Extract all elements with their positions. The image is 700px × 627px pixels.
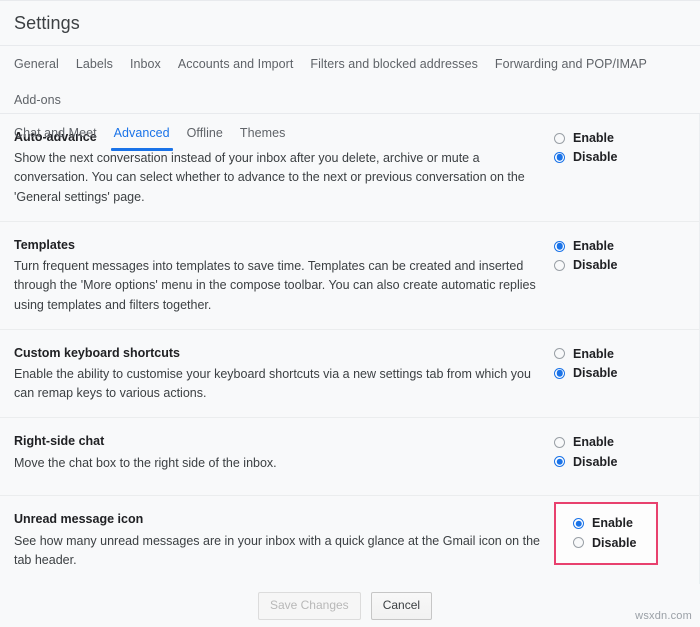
- tab-general[interactable]: General: [14, 46, 59, 82]
- setting-description: Move the chat box to the right side of t…: [14, 454, 546, 473]
- watermark: wsxdn.com: [635, 610, 692, 622]
- setting-name: Templates: [14, 236, 546, 254]
- setting-row: Unread message icon See how many unread m…: [0, 496, 699, 584]
- radio-enable-icon[interactable]: [554, 348, 565, 359]
- setting-description: Turn frequent messages into templates to…: [14, 257, 546, 315]
- setting-name: Right-side chat: [14, 432, 546, 450]
- radio-option-disable[interactable]: Disable: [554, 257, 662, 273]
- radio-disable-icon[interactable]: [554, 260, 565, 271]
- radio-option-label: Disable: [573, 365, 617, 381]
- radio-disable-icon[interactable]: [573, 537, 584, 548]
- setting-text: Unread message icon See how many unread m…: [14, 510, 554, 570]
- radio-option-label: Enable: [573, 346, 614, 362]
- tab-labels[interactable]: Labels: [76, 46, 113, 82]
- radio-disable-icon[interactable]: [554, 152, 565, 163]
- setting-description: Show the next conversation instead of yo…: [14, 149, 546, 207]
- tab-add-ons[interactable]: Add-ons: [14, 82, 61, 118]
- tab-list: General Labels Inbox Accounts and Import Fil…: [14, 46, 686, 113]
- cancel-button[interactable]: Cancel: [371, 592, 432, 620]
- setting-options: Enable Disable: [554, 236, 662, 274]
- radio-option-disable[interactable]: Disable: [554, 365, 662, 381]
- setting-text: Right-side chat Move the chat box to the …: [14, 432, 554, 472]
- tab-filters-and-blocked-addresses[interactable]: Filters and blocked addresses: [310, 46, 478, 82]
- radio-option-label: Enable: [592, 515, 633, 531]
- setting-name: Custom keyboard shortcuts: [14, 344, 546, 362]
- radio-option-enable[interactable]: Enable: [573, 515, 656, 531]
- radio-option-label: Enable: [573, 434, 614, 450]
- settings-header: Settings: [0, 0, 700, 46]
- setting-options-highlighted: Enable Disable: [554, 502, 658, 565]
- radio-option-label: Disable: [573, 454, 617, 470]
- radio-option-enable[interactable]: Enable: [554, 346, 662, 362]
- setting-row: Custom keyboard shortcuts Enable the abil…: [0, 330, 699, 419]
- tab-forwarding-and-pop-imap[interactable]: Forwarding and POP/IMAP: [495, 46, 647, 82]
- tab-themes[interactable]: Themes: [240, 117, 285, 151]
- setting-description: See how many unread messages are in your…: [14, 532, 546, 571]
- radio-option-label: Enable: [573, 130, 614, 146]
- setting-options: Enable Disable: [554, 344, 662, 382]
- radio-disable-icon[interactable]: [554, 368, 565, 379]
- tab-advanced[interactable]: Advanced: [114, 117, 170, 151]
- setting-name: Unread message icon: [14, 510, 546, 528]
- radio-option-enable[interactable]: Enable: [554, 434, 662, 450]
- radio-option-label: Disable: [573, 149, 617, 165]
- save-changes-button[interactable]: Save Changes: [258, 592, 361, 620]
- radio-option-label: Disable: [573, 257, 617, 273]
- setting-row: Templates Turn frequent messages into tem…: [0, 222, 699, 330]
- setting-options: Enable Disable: [554, 432, 662, 470]
- setting-row: Auto-advanceShow the next conversation i…: [0, 114, 699, 222]
- page-title: Settings: [14, 13, 80, 34]
- setting-row: Right-side chat Move the chat box to the …: [0, 418, 699, 496]
- setting-description: Enable the ability to customise your key…: [14, 365, 546, 404]
- radio-option-disable[interactable]: Disable: [554, 149, 662, 165]
- radio-enable-icon[interactable]: [554, 241, 565, 252]
- tab-offline[interactable]: Offline: [187, 117, 223, 151]
- settings-list: Auto-advanceShow the next conversation i…: [0, 114, 700, 584]
- tab-chat-and-meet[interactable]: Chat and Meet: [14, 117, 97, 151]
- radio-enable-icon[interactable]: [573, 518, 584, 529]
- setting-text: Templates Turn frequent messages into tem…: [14, 236, 554, 315]
- tab-inbox[interactable]: Inbox: [130, 46, 161, 82]
- radio-option-disable[interactable]: Disable: [573, 535, 656, 551]
- radio-option-label: Disable: [592, 535, 636, 551]
- radio-enable-icon[interactable]: [554, 437, 565, 448]
- settings-tabbar: General Labels Inbox Accounts and Import Fil…: [0, 46, 700, 114]
- setting-options: Enable Disable: [554, 128, 662, 166]
- tab-accounts-and-import[interactable]: Accounts and Import: [178, 46, 294, 82]
- radio-option-enable[interactable]: Enable: [554, 130, 662, 146]
- radio-option-enable[interactable]: Enable: [554, 238, 662, 254]
- radio-enable-icon[interactable]: [554, 133, 565, 144]
- setting-text: Custom keyboard shortcuts Enable the abil…: [14, 344, 554, 404]
- radio-option-disable[interactable]: Disable: [554, 454, 662, 470]
- radio-disable-icon[interactable]: [554, 456, 565, 467]
- settings-footer: Save Changes Cancel: [0, 584, 700, 620]
- radio-option-label: Enable: [573, 238, 614, 254]
